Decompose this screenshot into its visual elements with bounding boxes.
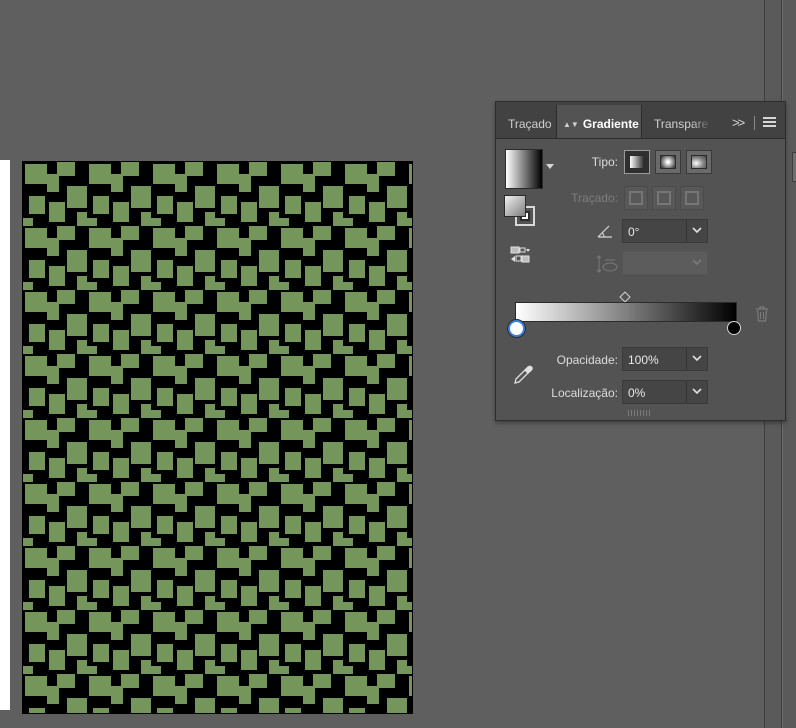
angle-dropdown[interactable]: 0° [622,219,708,243]
tab-gradiente[interactable]: ▲▼ Gradiente [556,105,642,138]
linear-gradient-icon [629,155,645,169]
fill-stroke-selector[interactable] [504,195,540,231]
freeform-gradient-button[interactable] [686,150,712,174]
gradient-midpoint-diamond[interactable] [619,291,631,303]
gradient-slider[interactable] [515,302,737,322]
chevron-down-icon[interactable] [691,352,703,364]
localizacao-value[interactable]: 0% [628,386,645,400]
stroke-across-icon [685,191,699,205]
color-stop-end[interactable] [727,321,741,335]
aspect-ratio-icon [596,254,618,274]
adjacent-artboard [0,160,10,710]
angle-value: 0° [628,225,640,239]
opacidade-label: Opacidade: [556,353,618,367]
tracado-label: Traçado: [571,191,618,205]
aspect-ratio-dropdown[interactable] [622,251,708,275]
gradient-panel: Traçado ▲▼Gradiente Transpare >> Tipo: [495,101,786,421]
opacidade-dropdown[interactable]: 100% [622,347,708,371]
pattern-fill [23,162,412,713]
caret-down-icon[interactable] [546,164,554,169]
dropdown-separator [686,220,687,242]
stroke-across-button[interactable] [680,186,704,210]
gradient-preview-swatch[interactable] [505,149,543,189]
updown-arrows-icon: ▲▼ [563,120,579,129]
stroke-within-button[interactable] [624,186,648,210]
chevron-down-icon[interactable] [691,385,703,397]
stroke-within-icon [629,191,643,205]
localizacao-label: Localização: [551,386,618,400]
eyedropper-icon[interactable] [512,364,534,386]
radial-gradient-button[interactable] [655,150,681,174]
tab-bar-separator [754,116,755,130]
pattern-artwork [23,162,412,713]
angle-icon [596,223,614,239]
tab-tracado[interactable]: Traçado [496,105,556,138]
radial-gradient-icon [660,155,676,169]
dropdown-separator [686,348,687,370]
reverse-gradient-icon[interactable] [509,245,531,265]
opacidade-value[interactable]: 100% [628,353,659,367]
tab-overflow-fade [692,105,712,138]
color-stop-start[interactable] [508,320,525,337]
panel-resize-grip[interactable] [628,410,652,416]
artboard[interactable] [22,161,413,714]
chevron-down-icon[interactable] [691,224,703,236]
chevron-down-icon[interactable] [691,256,703,268]
double-chevron-right-icon[interactable]: >> [732,115,745,130]
tab-label: Gradiente [582,117,639,131]
dock-collapse-handle[interactable] [792,152,796,182]
stroke-along-button[interactable] [652,186,676,210]
dropdown-separator [686,381,687,403]
hamburger-menu-icon[interactable] [763,117,776,127]
panel-tab-bar: Traçado ▲▼ Gradiente Transpare >> [496,102,785,139]
linear-gradient-button[interactable] [624,150,650,174]
tipo-label: Tipo: [591,155,618,169]
freeform-gradient-icon [691,155,707,169]
trash-icon[interactable] [755,306,769,322]
tab-label: Traçado [508,117,552,131]
fill-swatch[interactable] [504,195,526,217]
localizacao-dropdown[interactable]: 0% [622,380,708,404]
stroke-along-icon [657,191,671,205]
